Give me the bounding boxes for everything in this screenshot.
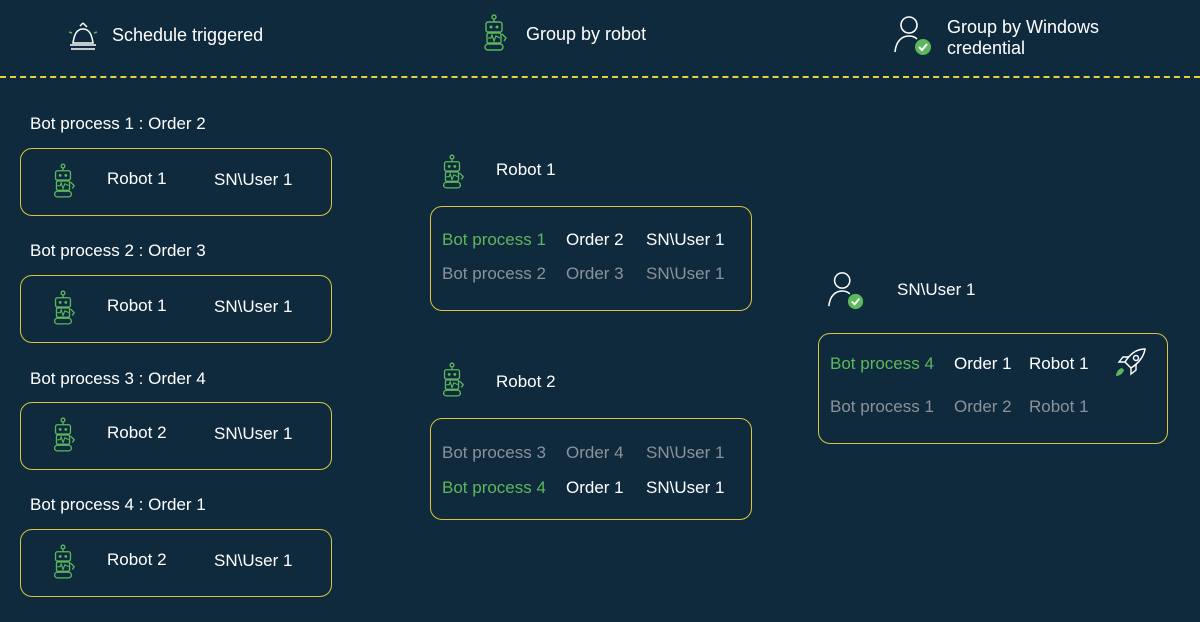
order-name: Order 1 — [566, 478, 624, 497]
robot-name: Robot 1 — [107, 296, 167, 315]
robot-icon — [53, 417, 76, 452]
middle-card-2: Bot process 3 Order 4 SN\User 1 Bot proc… — [430, 418, 752, 520]
group-by-windows-line1: Group by Windows — [947, 17, 1100, 37]
user-check-icon — [828, 272, 864, 310]
robot-name: Robot 2 — [107, 550, 167, 569]
header-divider — [0, 76, 1200, 78]
left-card-3: Robot 2 SN\User 1 — [20, 402, 332, 470]
left-card-1: Robot 1 SN\User 1 — [20, 148, 332, 216]
left-item-1-title: Bot process 1 : Order 2 — [30, 114, 206, 133]
middle-group-1-robot: Robot 1 — [496, 160, 556, 179]
schedule-triggered-label: Schedule triggered — [112, 25, 264, 45]
left-card-4: Robot 2 SN\User 1 — [20, 529, 332, 597]
process-name: Bot process 4 — [830, 354, 934, 373]
process-name: Bot process 2 — [442, 264, 546, 283]
user-name: SN\User 1 — [214, 170, 293, 189]
middle-card-1: Bot process 1 Order 2 SN\User 1 Bot proc… — [430, 206, 752, 311]
robot-name: Robot 1 — [1029, 354, 1089, 373]
rocket-icon — [1116, 348, 1146, 376]
user-name: SN\User 1 — [646, 478, 725, 497]
user-name: SN\User 1 — [214, 424, 293, 443]
process-name: Bot process 4 — [442, 478, 546, 497]
robot-icon — [442, 154, 465, 189]
process-name: Bot process 1 — [442, 230, 546, 249]
robot-name: Robot 1 — [1029, 397, 1089, 416]
order-name: Order 2 — [566, 230, 624, 249]
user-name: SN\User 1 — [646, 230, 725, 249]
user-check-icon — [894, 16, 931, 55]
left-item-2-title: Bot process 2 : Order 3 — [30, 241, 206, 260]
robot-icon — [442, 362, 465, 397]
right-card: Bot process 4 Order 1 Robot 1 Bot proces… — [818, 333, 1168, 444]
robot-icon — [484, 14, 507, 51]
order-name: Order 2 — [954, 397, 1012, 416]
order-name: Order 3 — [566, 264, 624, 283]
process-name: Bot process 3 — [442, 443, 546, 462]
left-item-4-title: Bot process 4 : Order 1 — [30, 495, 206, 514]
user-name: SN\User 1 — [646, 443, 725, 462]
robot-icon — [53, 544, 76, 579]
left-item-3-title: Bot process 3 : Order 4 — [30, 369, 206, 388]
left-card-2: Robot 1 SN\User 1 — [20, 275, 332, 343]
robot-name: Robot 1 — [107, 169, 167, 188]
user-name: SN\User 1 — [214, 551, 293, 570]
robot-icon — [53, 163, 76, 198]
order-name: Order 4 — [566, 443, 624, 462]
bell-icon — [68, 22, 98, 50]
robot-name: Robot 2 — [107, 423, 167, 442]
right-group-user: SN\User 1 — [897, 280, 976, 299]
group-by-windows-line2: credential — [947, 38, 1026, 58]
group-by-robot-label: Group by robot — [526, 24, 647, 44]
order-name: Order 1 — [954, 354, 1012, 373]
user-name: SN\User 1 — [646, 264, 725, 283]
user-name: SN\User 1 — [214, 297, 293, 316]
robot-icon — [53, 290, 76, 325]
process-name: Bot process 1 — [830, 397, 934, 416]
middle-group-2-robot: Robot 2 — [496, 372, 556, 391]
